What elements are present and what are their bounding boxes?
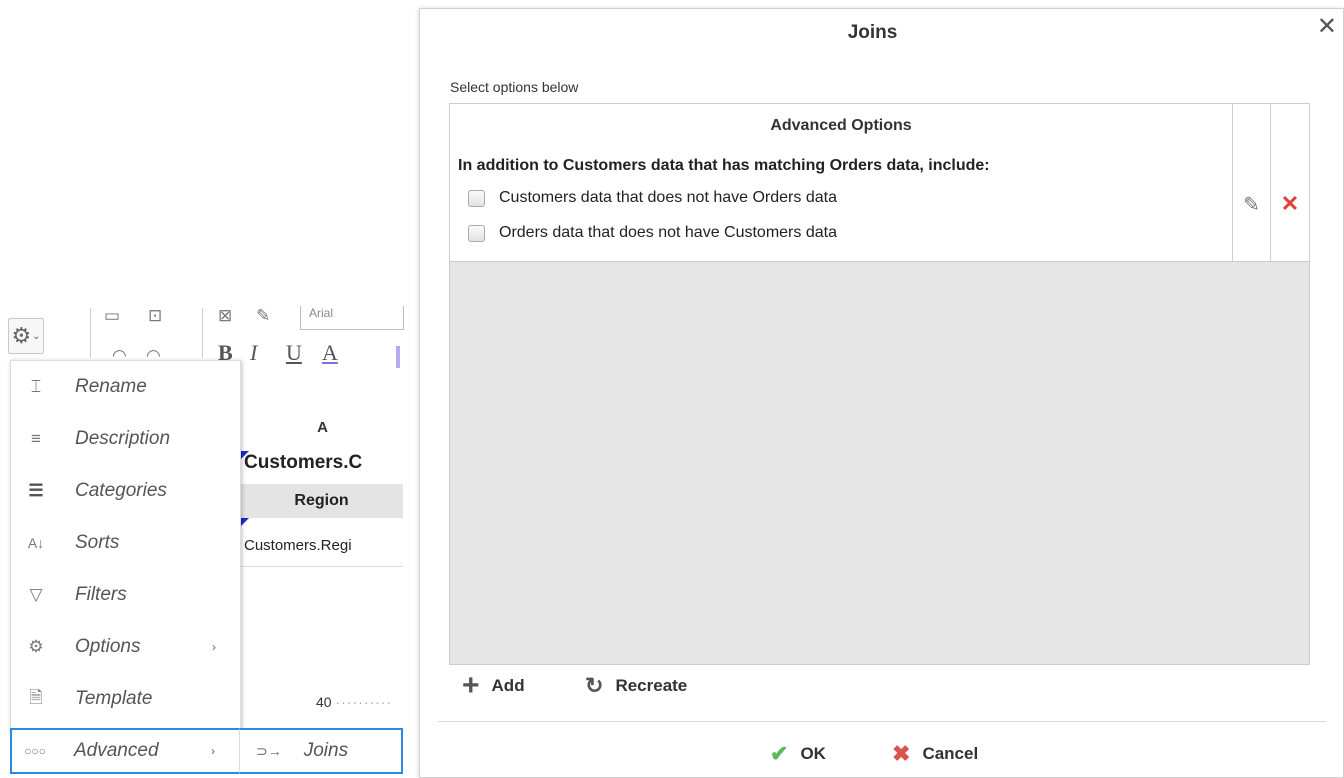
cancel-button[interactable]: ✖ Cancel xyxy=(892,741,978,767)
menu-item-label: Advanced xyxy=(74,740,159,761)
menu-item-label: Rename xyxy=(75,376,147,397)
format-painter-icon[interactable]: ✎ xyxy=(256,306,270,326)
toolbar-divider xyxy=(202,308,203,358)
chevron-right-icon: › xyxy=(212,640,216,654)
checkbox[interactable] xyxy=(468,224,485,242)
report-title-cell[interactable]: Customers.C xyxy=(244,452,402,474)
menu-item-advanced[interactable]: ○○○ Advanced › xyxy=(10,728,239,774)
context-menu: ⌶ Rename ≡ Description ☰ Categories A↓ S… xyxy=(10,360,241,734)
highlight-color-swatch[interactable] xyxy=(396,346,400,368)
join-description: In addition to Customers data that has m… xyxy=(458,157,990,174)
chevron-down-icon: ⌄ xyxy=(32,330,41,342)
option-customers-without-orders[interactable]: Customers data that does not have Orders… xyxy=(468,189,837,207)
grid-header-row: Advanced Options xyxy=(450,104,1309,148)
options-gear-icon: ⚙ xyxy=(28,637,44,656)
axis-value: 40 ·········· xyxy=(316,694,393,710)
menu-item-options[interactable]: ⚙ Options › xyxy=(11,621,240,673)
border-inner-icon[interactable]: ⊡ xyxy=(148,306,162,326)
menu-item-filters[interactable]: ▽ Filters xyxy=(11,569,240,621)
cancel-label: Cancel xyxy=(922,744,979,763)
menu-item-template[interactable]: 🗎 Template xyxy=(11,673,240,725)
menu-item-label: Options xyxy=(75,636,141,657)
footer-divider xyxy=(438,721,1326,722)
submenu-item-joins[interactable]: ⊃→ Joins xyxy=(239,728,403,774)
categories-icon: ☰ xyxy=(28,481,44,500)
sort-az-icon: A↓ xyxy=(27,535,45,551)
grid-row-content: In addition to Customers data that has m… xyxy=(450,147,1233,261)
ok-label: OK xyxy=(800,744,826,763)
menu-item-rename[interactable]: ⌶ Rename xyxy=(11,361,240,413)
chevron-right-icon: › xyxy=(211,744,215,758)
menu-item-label: Filters xyxy=(75,584,127,605)
menu-item-label: Categories xyxy=(75,480,167,501)
menu-item-categories[interactable]: ☰ Categories xyxy=(11,465,240,517)
region-field-cell[interactable]: Customers.Regi xyxy=(244,537,402,554)
edit-icon[interactable]: ✎ xyxy=(1233,147,1271,261)
font-name-select[interactable]: Arial xyxy=(300,306,404,330)
dialog-subtitle: Select options below xyxy=(450,79,579,95)
toolbar-divider xyxy=(90,308,91,358)
grid-row: In addition to Customers data that has m… xyxy=(450,147,1309,262)
menu-item-description[interactable]: ≡ Description xyxy=(11,413,240,465)
menu-item-label: Description xyxy=(75,428,171,449)
italic-button[interactable]: I xyxy=(250,340,257,366)
description-icon: ≡ xyxy=(31,429,41,448)
template-icon: 🗎 xyxy=(29,687,43,707)
option-orders-without-customers[interactable]: Orders data that does not have Customers… xyxy=(468,224,837,242)
add-button[interactable]: + Add xyxy=(462,669,525,703)
gear-icon: ⚙ xyxy=(11,323,32,348)
advanced-options-grid: Advanced Options In addition to Customer… xyxy=(449,103,1310,665)
rename-icon: ⌶ xyxy=(30,377,42,396)
menu-item-label: Template xyxy=(75,688,153,709)
ok-button[interactable]: ✔ OK xyxy=(770,741,826,767)
cancel-x-icon: ✖ xyxy=(892,741,911,766)
cell-divider xyxy=(240,566,403,567)
menu-item-label: Sorts xyxy=(75,532,120,553)
underline-button[interactable]: U xyxy=(286,340,302,366)
grid-header-advanced-options: Advanced Options xyxy=(450,104,1233,147)
plus-icon: + xyxy=(462,669,480,702)
refresh-icon: ↻ xyxy=(585,673,604,698)
more-dots-icon: ○○○ xyxy=(24,744,46,758)
clear-format-icon[interactable]: ⊠ xyxy=(218,306,232,326)
joins-dialog: Joins ✕ Select options below Advanced Op… xyxy=(419,8,1344,778)
cell-marker xyxy=(241,518,249,526)
recreate-button[interactable]: ↻ Recreate xyxy=(585,673,687,699)
font-color-button[interactable]: A xyxy=(322,340,338,366)
region-header-cell[interactable]: Region xyxy=(240,484,403,518)
option-label: Orders data that does not have Customers… xyxy=(499,224,837,241)
close-icon[interactable]: ✕ xyxy=(1317,15,1337,39)
settings-gear-button[interactable]: ⚙ ⌄ xyxy=(8,318,44,354)
submenu-item-label: Joins xyxy=(303,740,349,761)
option-label: Customers data that does not have Orders… xyxy=(499,189,837,206)
delete-icon[interactable]: ✕ xyxy=(1271,147,1309,261)
column-header-a[interactable]: A xyxy=(240,404,404,450)
checkmark-icon: ✔ xyxy=(770,741,789,766)
join-arrow-icon: ⊃→ xyxy=(256,742,282,759)
recreate-label: Recreate xyxy=(615,676,688,695)
dialog-title: Joins xyxy=(847,22,898,43)
menu-item-sorts[interactable]: A↓ Sorts xyxy=(11,517,240,569)
add-label: Add xyxy=(491,676,525,695)
grid-header-edit xyxy=(1233,104,1271,147)
filter-icon: ▽ xyxy=(29,585,43,604)
checkbox[interactable] xyxy=(468,189,485,207)
border-bottom-icon[interactable]: ▭ xyxy=(104,306,120,326)
